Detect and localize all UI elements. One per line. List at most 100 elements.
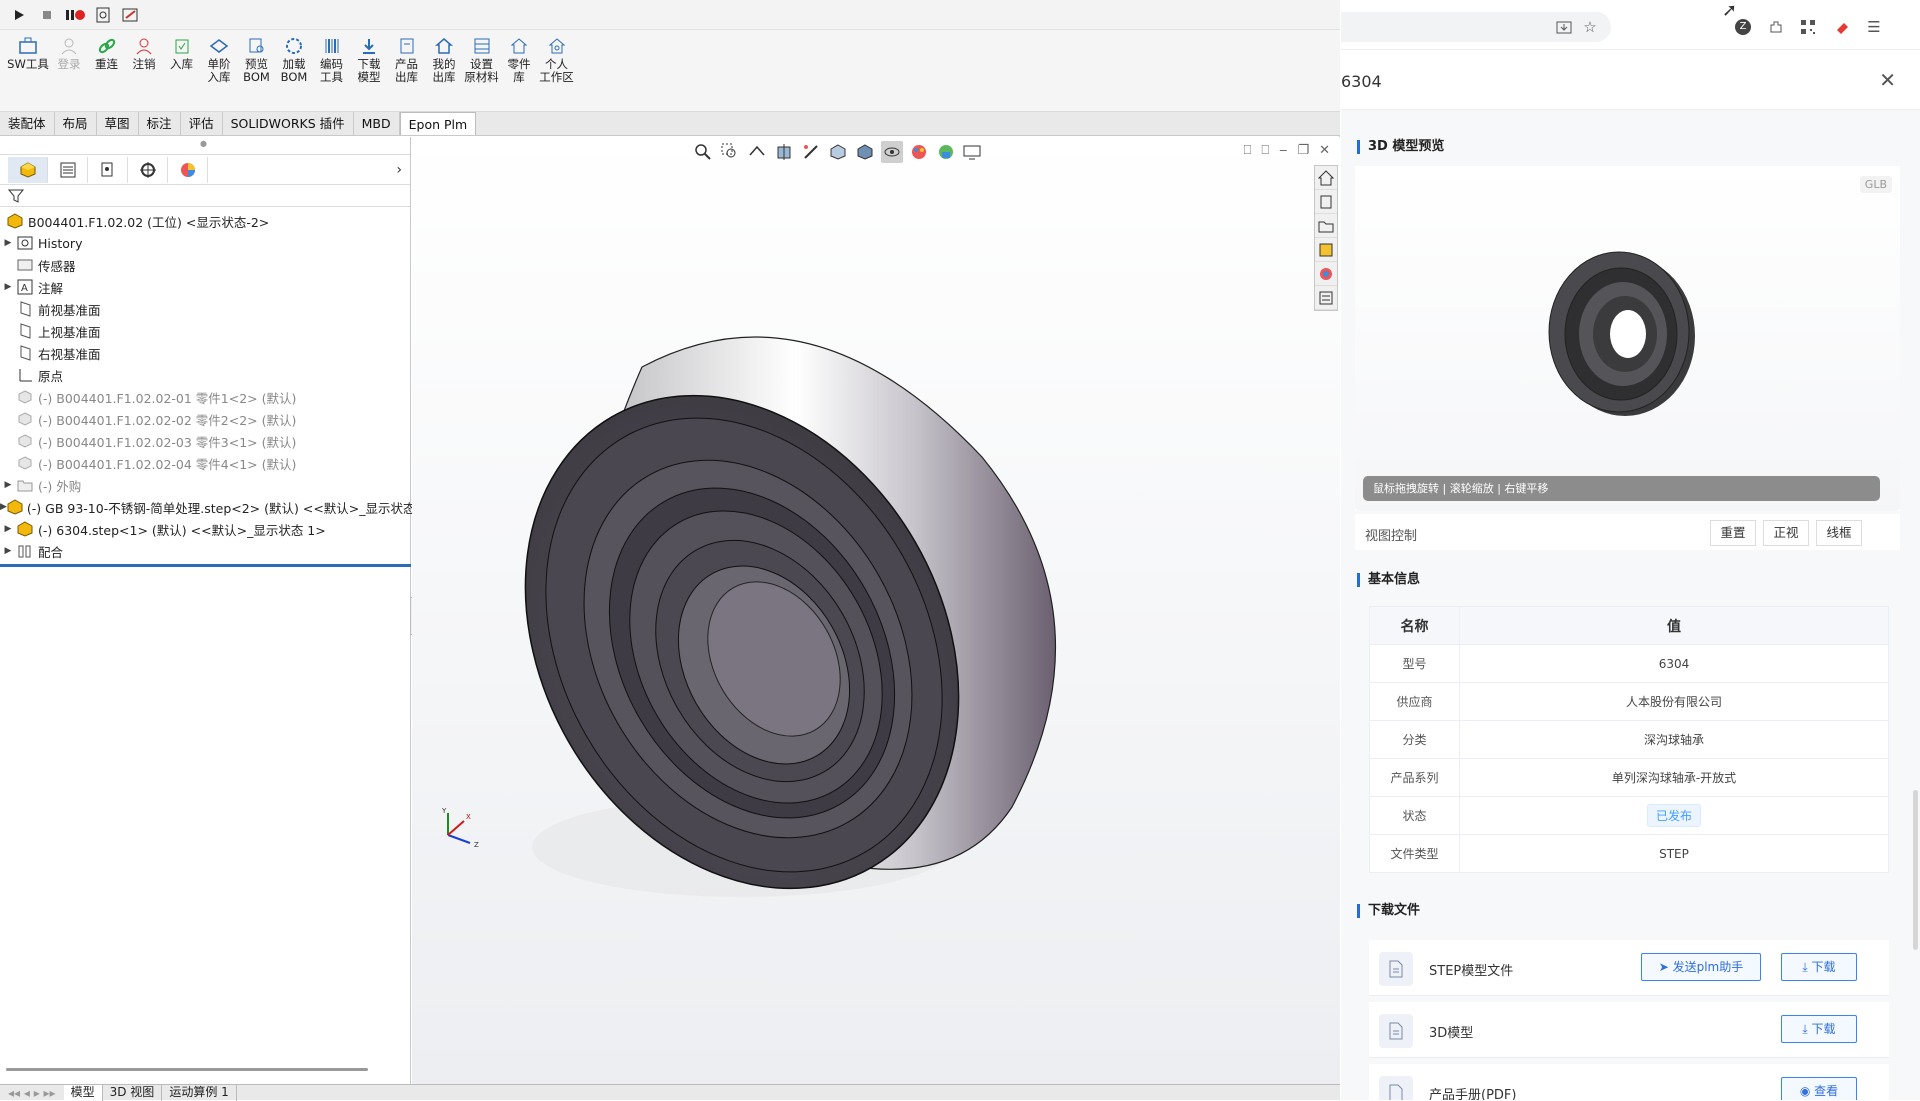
tab-nav-arrows-icon[interactable]: ◂◂ ◂ ▸ ▸▸ — [0, 1086, 64, 1100]
download-step-button[interactable]: ⤓ 下载 — [1781, 953, 1857, 981]
install-app-icon[interactable] — [1553, 16, 1575, 38]
tree-item[interactable]: (-) B004401.F1.02.02-02 零件2<2> (默认) — [0, 408, 410, 430]
cmd-my-out-button[interactable]: 我的 出库 — [426, 36, 463, 111]
cmd-user-button[interactable]: 登录 — [51, 36, 88, 111]
cmd-parts-lib-button[interactable]: 零件 库 — [501, 36, 538, 111]
bottom-tab-0[interactable]: 模型 — [63, 1084, 103, 1101]
tree-filter[interactable] — [0, 185, 410, 207]
bottom-tab-1[interactable]: 3D 视图 — [103, 1084, 163, 1101]
extensions-icon[interactable] — [1765, 16, 1787, 38]
tab-1[interactable]: 布局 — [55, 112, 97, 135]
wireframe-button[interactable]: 线框 — [1816, 520, 1862, 546]
tree-item[interactable]: 上视基准面 — [0, 320, 410, 342]
panel-splitter[interactable]: ● — [0, 137, 410, 155]
tree-item[interactable]: (-) B004401.F1.02.02-03 零件3<1> (默认) — [0, 430, 410, 452]
panel-expand-icon[interactable]: › — [396, 162, 402, 178]
cmd-load-bom-button[interactable]: 加载 BOM — [276, 36, 313, 111]
view-manual-button[interactable]: ◉ 查看 — [1781, 1077, 1857, 1100]
send-plm-button[interactable]: ➤ 发送plm助手 — [1641, 953, 1761, 981]
drawer-close-button[interactable]: ✕ — [1879, 68, 1896, 92]
menu-icon[interactable]: ☰ — [1863, 16, 1885, 38]
tree-item[interactable]: ▶ A 注解 — [0, 276, 410, 298]
apply-scene-icon[interactable] — [935, 141, 957, 163]
hide-show-icon[interactable] — [881, 141, 903, 163]
tree-item[interactable]: ▶ (-) GB 93-10-不锈钢-简单处理.step<2> (默认) <<默认… — [0, 496, 416, 518]
feature-tree-tab-icon[interactable] — [8, 156, 48, 183]
drawer-scrollbar[interactable] — [1913, 790, 1918, 950]
view-palette-icon[interactable] — [1315, 238, 1337, 262]
tab-2[interactable]: 草图 — [97, 112, 139, 135]
previous-view-icon[interactable] — [746, 141, 768, 163]
stop-icon[interactable] — [36, 4, 58, 26]
edit-appearance-icon[interactable] — [908, 141, 930, 163]
tree-item[interactable]: ▶ (-) 6304.step<1> (默认) <<默认>_显示状态 1> — [0, 518, 410, 540]
tree-item[interactable]: ▶ 配合 — [0, 540, 410, 562]
appearances-icon[interactable] — [1315, 262, 1337, 286]
download-3d-button[interactable]: ⤓ 下载 — [1781, 1015, 1857, 1043]
minimize-icon[interactable]: ‒ — [1279, 143, 1287, 158]
tab-4[interactable]: 评估 — [181, 112, 223, 135]
close-icon[interactable]: ✕ — [1319, 143, 1330, 158]
model-preview-canvas[interactable]: GLB 鼠标拖拽旋转 | 滚轮缩放 | 右键平移 — [1355, 166, 1900, 511]
zoom-area-icon[interactable] — [719, 141, 741, 163]
tab-0[interactable]: 装配体 — [0, 112, 55, 135]
tree-item[interactable]: 右视基准面 — [0, 342, 410, 364]
eraser-extension-icon[interactable] — [1831, 16, 1853, 38]
design-library-icon[interactable] — [1315, 190, 1337, 214]
cmd-preview-bom-button[interactable]: 预览 BOM — [238, 36, 275, 111]
filter-icon[interactable] — [8, 188, 26, 204]
pause-record-icon[interactable] — [64, 4, 86, 26]
macro-icon[interactable] — [92, 4, 114, 26]
expand-arrow-icon[interactable]: ▶ — [0, 502, 7, 512]
section-view-icon[interactable] — [773, 141, 795, 163]
panel-hscroll[interactable] — [6, 1068, 368, 1071]
reset-view-button[interactable]: 重置 — [1710, 520, 1756, 546]
tile-left-icon[interactable]: ⎕ — [1244, 143, 1252, 158]
tree-item[interactable]: 原点 — [0, 364, 410, 386]
expand-arrow-icon[interactable]: ▶ — [0, 546, 16, 556]
cmd-checkin-button[interactable]: 入库 — [163, 36, 200, 111]
tile-right-icon[interactable]: ⎕ — [1261, 143, 1269, 158]
bookmark-star-icon[interactable]: ☆ — [1579, 16, 1601, 38]
edit-macro-icon[interactable] — [120, 4, 142, 26]
cmd-sw-tool-button[interactable]: SW工具 — [6, 36, 50, 111]
cmd-workspace-button[interactable]: 个人 工作区 — [538, 36, 575, 111]
bottom-tab-2[interactable]: 运动算例 1 — [162, 1084, 237, 1101]
property-manager-tab-icon[interactable] — [48, 156, 88, 183]
cmd-single-level-button[interactable]: 单阶 入库 — [201, 36, 238, 111]
view-orientation-icon[interactable] — [827, 141, 849, 163]
tab-3[interactable]: 标注 — [139, 112, 181, 135]
cmd-link-button[interactable]: 重连 — [88, 36, 125, 111]
tab-6[interactable]: MBD — [354, 112, 400, 135]
expand-arrow-icon[interactable]: ▶ — [0, 238, 16, 248]
dynamic-annotation-icon[interactable] — [800, 141, 822, 163]
expand-arrow-icon[interactable]: ▶ — [0, 480, 16, 490]
custom-properties-icon[interactable] — [1315, 286, 1337, 310]
tab-7[interactable]: Epon Plm — [399, 112, 477, 135]
cmd-product-out-button[interactable]: 产品 出库 — [388, 36, 425, 111]
tree-item[interactable]: ▶ History — [0, 232, 410, 254]
display-style-icon[interactable] — [854, 141, 876, 163]
front-view-button[interactable]: 正视 — [1763, 520, 1809, 546]
expand-arrow-icon[interactable]: ▶ — [0, 282, 16, 292]
dimxpert-tab-icon[interactable] — [128, 156, 168, 183]
tree-item[interactable]: ▶ (-) 外购 — [0, 474, 410, 496]
configuration-tab-icon[interactable] — [88, 156, 128, 183]
tab-5[interactable]: SOLIDWORKS 插件 — [223, 112, 354, 135]
tree-item[interactable]: 传感器 — [0, 254, 410, 276]
restore-icon[interactable]: ❐ — [1297, 143, 1309, 158]
view-settings-icon[interactable] — [962, 141, 984, 163]
file-explorer-icon[interactable] — [1315, 214, 1337, 238]
cmd-material-button[interactable]: 设置 原材料 — [463, 36, 500, 111]
tree-item[interactable]: (-) B004401.F1.02.02-01 零件1<2> (默认) — [0, 386, 410, 408]
cmd-barcode-button[interactable]: 编码 工具 — [313, 36, 350, 111]
home-icon[interactable] — [1315, 166, 1337, 190]
tree-item[interactable]: (-) B004401.F1.02.02-04 零件4<1> (默认) — [0, 452, 410, 474]
expand-arrow-icon[interactable]: ▶ — [0, 524, 16, 534]
zoom-to-fit-icon[interactable] — [692, 141, 714, 163]
cmd-download-model-button[interactable]: 下载 模型 — [351, 36, 388, 111]
cmd-logout-user-button[interactable]: 注销 — [126, 36, 163, 111]
play-icon[interactable] — [8, 4, 30, 26]
tree-root[interactable]: B004401.F1.02.02 (工位) <显示状态-2> — [0, 210, 410, 232]
graphics-viewport[interactable]: ⎕ ⎕ ‒ ❐ ✕ Y Z X — [412, 137, 1340, 1084]
